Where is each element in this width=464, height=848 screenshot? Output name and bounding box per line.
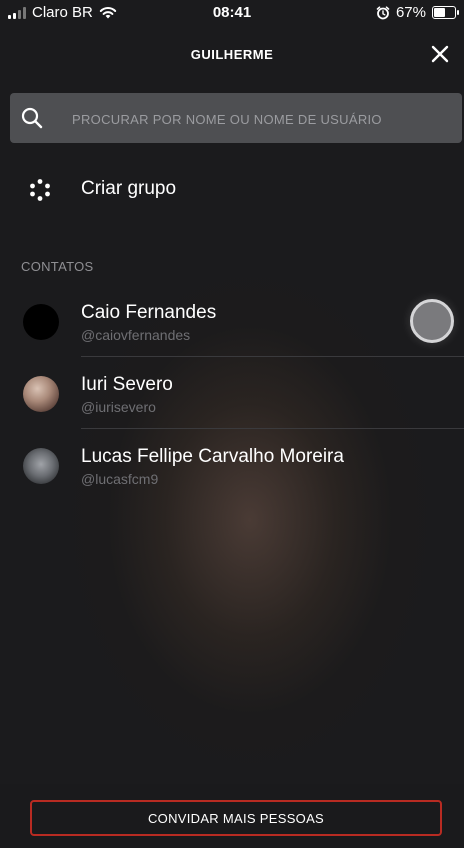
close-icon — [431, 45, 449, 63]
contact-row-lucas[interactable]: Lucas Fellipe Carvalho Moreira @lucasfcm… — [0, 430, 464, 502]
avatar — [23, 304, 59, 340]
page-title: GUILHERME — [190, 47, 274, 62]
bottom-bar: CONVIDAR MAIS PESSOAS — [0, 784, 464, 848]
close-button[interactable] — [426, 40, 454, 68]
contact-username: @caiovfernandes — [81, 327, 191, 343]
divider — [81, 428, 464, 429]
contact-username: @iurisevero — [81, 399, 156, 415]
contacts-section-title: CONTATOS — [21, 259, 94, 274]
create-group-label: Criar grupo — [81, 178, 177, 199]
contact-name: Caio Fernandes — [81, 302, 217, 323]
avatar — [23, 376, 59, 412]
contact-username: @lucasfcm9 — [81, 471, 159, 487]
invite-more-button[interactable]: CONVIDAR MAIS PESSOAS — [30, 800, 442, 836]
battery-percent: 67% — [395, 4, 426, 21]
create-group-button[interactable]: Criar grupo — [0, 170, 464, 210]
battery-icon — [432, 6, 459, 19]
search-input[interactable] — [70, 93, 454, 145]
contact-name: Lucas Fellipe Carvalho Moreira — [81, 446, 344, 467]
status-bar: Claro BR 08:41 67% — [0, 0, 464, 26]
touch-indicator — [410, 299, 454, 343]
contact-row-caio[interactable]: Caio Fernandes @caiovfernandes — [0, 286, 464, 358]
status-bar-right: 67% — [376, 4, 459, 21]
contact-name: Iuri Severo — [81, 374, 173, 395]
avatar — [23, 448, 59, 484]
group-dots-icon — [30, 179, 50, 201]
divider — [81, 356, 464, 357]
contact-row-iuri[interactable]: Iuri Severo @iurisevero — [0, 358, 464, 430]
search-bar[interactable] — [10, 93, 462, 145]
alarm-icon — [376, 5, 390, 19]
search-icon — [21, 107, 43, 129]
